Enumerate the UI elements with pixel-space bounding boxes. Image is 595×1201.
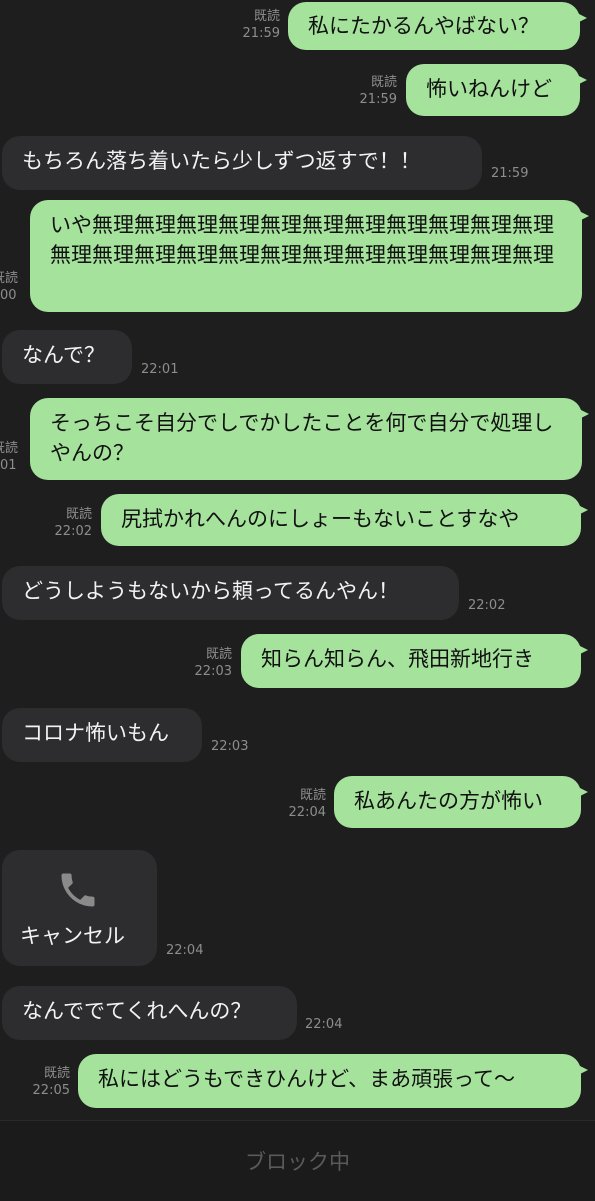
read-receipt: 既読 22:05 [32,1066,70,1098]
message-time: 22:03 [211,739,249,754]
call-cancelled-card[interactable]: キャンセル [2,850,157,966]
sent-message[interactable]: 私にたかるんやばない？ [288,2,587,50]
message-time: 22:04 [166,943,204,958]
read-receipt: 既読 22:04 [288,788,326,820]
message-time: 22:01 [141,362,179,377]
received-message[interactable]: なんででてくれへんの？ [2,986,297,1040]
read-receipt: 既読 00 [0,271,19,303]
received-message[interactable]: コロナ怖いもん [2,708,202,762]
read-receipt: 既読 01 [0,441,19,473]
sent-message[interactable]: 知らん知らん、飛田新地行き [241,634,588,688]
blocked-footer: ブロック中 [0,1120,595,1201]
message-time: 22:04 [305,1017,343,1032]
sent-message[interactable]: 私あんたの方が怖い [334,776,588,828]
message-time: 21:59 [491,166,529,181]
sent-message[interactable]: 尻拭かれへんのにしょーもないことすなや [101,494,588,546]
read-receipt: 既読 22:03 [194,647,232,679]
sent-message[interactable]: 私にはどうもできひんけど、まあ頑張って〜 [78,1054,588,1108]
received-message[interactable]: もちろん落ち着いたら少しずつ返すで！！ [2,136,482,190]
message-time: 22:02 [468,598,506,613]
sent-message[interactable]: 怖いねんけど [406,64,587,116]
received-message[interactable]: なんで？ [2,330,132,384]
read-receipt: 既読 21:59 [242,9,280,41]
call-status-label: キャンセル [20,924,125,948]
read-receipt: 既読 21:59 [359,75,397,107]
sent-message[interactable]: いや無理無理無理無理無理無理無理無理無理無理無理無理無理無理無理無理無理無理無理… [30,200,589,312]
blocked-label: ブロック中 [245,1150,350,1174]
read-receipt: 既読 22:02 [54,507,92,539]
phone-icon [61,873,95,907]
received-message[interactable]: どうしようもないから頼ってるんやん！ [2,566,459,620]
sent-message[interactable]: そっちこそ自分でしでかしたことを何で自分で処理しやんの？ [30,398,589,480]
